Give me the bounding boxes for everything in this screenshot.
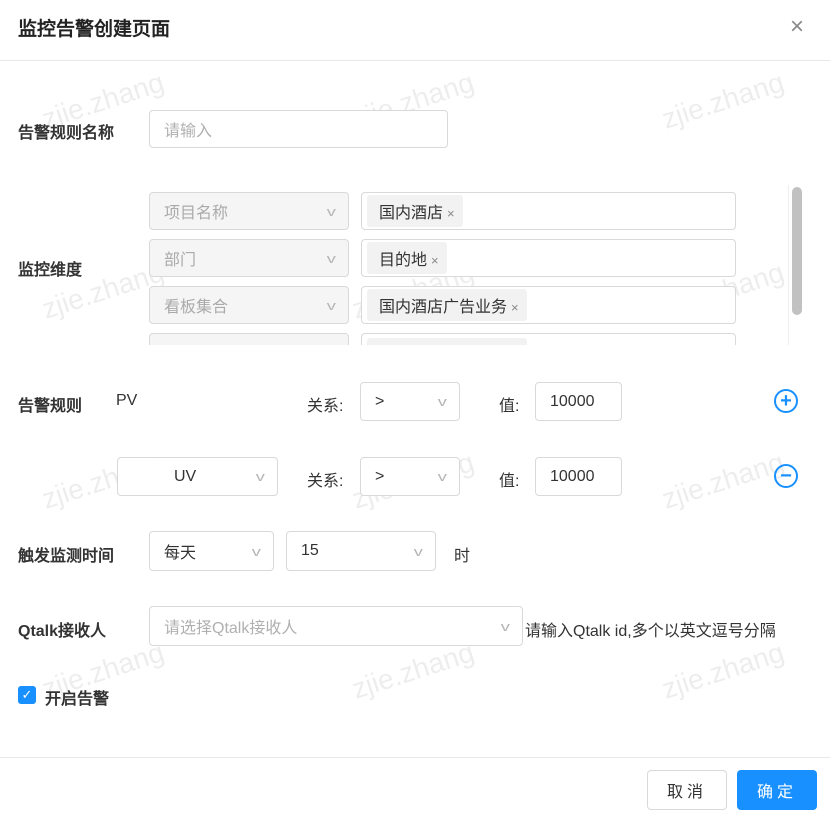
chevron-down-icon: v [255,469,265,484]
hour-value: 15 [301,542,319,559]
qtalk-select[interactable]: 请选择Qtalk接收人 v [149,606,523,646]
chevron-down-icon: v [326,203,336,219]
enable-checkbox[interactable]: ✓ [18,686,36,704]
chevron-down-icon: v [326,345,335,346]
chevron-down-icon: v [326,250,336,266]
trigger-label: 触发监测时间 [18,548,115,565]
chevron-down-icon: v [326,297,336,313]
divider [0,757,830,758]
relation-value: > [375,467,385,485]
scrollbar-thumb[interactable] [792,187,802,315]
relation-label: 关系: [307,473,344,490]
rules-label: 告警规则 [18,398,83,415]
watermark: zjie.zhang [658,636,788,705]
scrollbar[interactable] [788,185,806,345]
chevron-down-icon: v [413,543,423,559]
hour-unit: 时 [454,548,471,565]
relation-select[interactable]: > v [360,382,460,421]
tag-close-icon[interactable]: × [447,206,455,221]
value-text: 10000 [550,392,595,410]
value-input[interactable]: 10000 [535,457,622,496]
tag-label: 国内酒店广告业务 [379,299,508,316]
dimension-values-select[interactable]: 目的地 × [361,239,736,277]
dimension-tag: 国内酒店 × [367,195,463,227]
qtalk-label: Qtalk接收人 [18,623,107,640]
dimension-field-select[interactable]: v [149,333,349,345]
divider [0,60,830,61]
chevron-down-icon: v [500,618,510,634]
dialog-title: 监控告警创建页面 [18,19,171,40]
value-label: 值: [499,473,520,490]
dimension-field-select[interactable]: 项目名称 v [149,192,349,230]
dimension-label: 监控维度 [18,262,83,279]
chevron-down-icon: v [437,469,447,484]
dimension-field-value: 看板集合 [164,299,229,316]
tag-label: 国内酒店 [379,205,444,222]
relation-value: > [375,392,385,410]
metric-value: UV [174,467,197,485]
hour-select[interactable]: 15 v [286,531,436,571]
metric-select[interactable]: UV v [117,457,278,496]
rule-metric: PV [116,392,138,409]
watermark: zjie.zhang [658,66,788,135]
frequency-select[interactable]: 每天 v [149,531,274,571]
tag-close-icon[interactable]: × [511,300,519,315]
add-rule-icon[interactable]: + [774,389,798,413]
watermark: zjie.zhang [348,636,478,705]
rule-name-label: 告警规则名称 [18,125,115,142]
chevron-down-icon: v [251,543,261,559]
rule-name-input[interactable]: 请输入 [149,110,448,148]
enable-label: 开启告警 [45,691,110,708]
relation-select[interactable]: > v [360,457,460,496]
dimension-tag: 国内酒店广告业务 × [367,289,527,321]
remove-rule-icon[interactable]: − [774,464,798,488]
dimension-list[interactable]: 项目名称v 国内酒店×部门v 目的地×看板集合v 国内酒店广告业务×v [140,185,806,345]
rule-name-placeholder: 请输入 [164,123,213,140]
dimension-tag [367,338,527,345]
dimension-field-select[interactable]: 部门 v [149,239,349,277]
watermark: zjie.zhang [658,446,788,515]
value-input[interactable]: 10000 [535,382,622,421]
close-icon[interactable]: × [790,12,804,42]
dimension-field-value: 部门 [164,252,197,269]
ok-button[interactable]: 确定 [737,770,817,810]
dimension-field-value: 项目名称 [164,205,229,222]
tag-close-icon[interactable]: × [431,253,439,268]
qtalk-hint: 请输入Qtalk id,多个以英文逗号分隔 [525,623,776,640]
dimension-tag: 目的地 × [367,242,447,274]
relation-label: 关系: [307,398,344,415]
dimension-values-select[interactable]: 国内酒店 × [361,192,736,230]
tag-label: 目的地 [379,252,428,269]
dimension-field-select[interactable]: 看板集合 v [149,286,349,324]
value-label: 值: [499,398,520,415]
frequency-value: 每天 [164,545,197,562]
dimension-values-select[interactable]: 国内酒店广告业务 × [361,286,736,324]
chevron-down-icon: v [437,394,447,409]
value-text: 10000 [550,467,595,485]
qtalk-placeholder: 请选择Qtalk接收人 [164,620,298,637]
cancel-button[interactable]: 取消 [647,770,727,810]
dimension-values-select[interactable] [361,333,736,345]
